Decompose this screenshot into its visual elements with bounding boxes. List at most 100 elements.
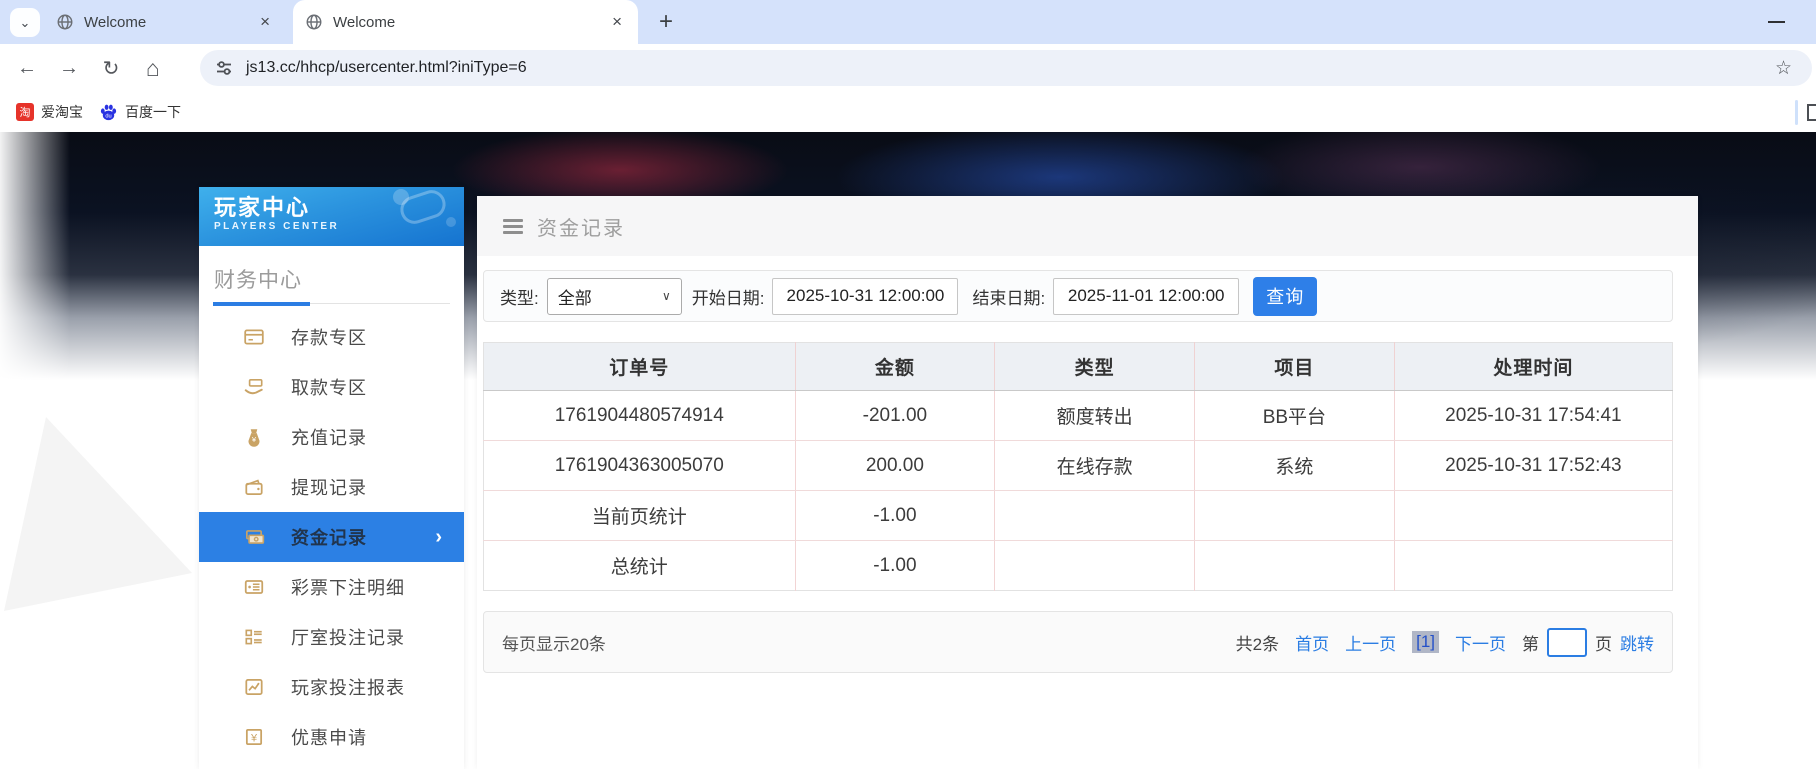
table-cell: 系统 bbox=[1194, 440, 1395, 491]
reload-icon: ↻ bbox=[102, 57, 120, 80]
table-cell: -1.00 bbox=[795, 490, 996, 541]
start-date-label: 开始日期: bbox=[691, 288, 765, 308]
first-page-link[interactable]: 首页 bbox=[1295, 630, 1329, 655]
banknotes-icon bbox=[243, 526, 265, 548]
table-cell: 额度转出 bbox=[994, 390, 1196, 441]
type-select[interactable]: 全部 ∨ bbox=[546, 277, 682, 315]
svg-text:du: du bbox=[105, 113, 111, 119]
sidebar-item-1[interactable]: 取款专区 bbox=[199, 362, 464, 412]
prev-page-link[interactable]: 上一页 bbox=[1345, 630, 1396, 655]
end-date-label: 结束日期: bbox=[972, 288, 1046, 308]
home-button[interactable]: ⌂ bbox=[136, 51, 170, 85]
forward-button[interactable]: → bbox=[52, 51, 86, 85]
type-label: 类型: bbox=[500, 288, 539, 308]
home-icon: ⌂ bbox=[146, 54, 160, 81]
tab-welcome-2-active[interactable]: Welcome × bbox=[293, 0, 638, 44]
chevron-right-icon: › bbox=[435, 525, 442, 548]
sidebar-item-4[interactable]: 资金记录 › bbox=[199, 512, 464, 562]
table-cell: 200.00 bbox=[795, 440, 996, 491]
table-row: 当前页统计 -1.00 bbox=[483, 490, 1673, 541]
page-title: 资金记录 bbox=[537, 217, 625, 240]
bookmark-taobao[interactable]: 淘 爱淘宝 bbox=[16, 102, 83, 122]
table-cell: 1761904480574914 bbox=[483, 390, 796, 441]
table-row: 总统计 -1.00 bbox=[483, 540, 1673, 591]
table-cell: 1761904363005070 bbox=[483, 440, 796, 491]
forward-arrow-icon: → bbox=[59, 56, 79, 79]
bookmarks-bar: 淘 爱淘宝 du 百度一下 bbox=[0, 92, 1816, 132]
table-cell bbox=[994, 490, 1196, 541]
url-text[interactable]: js13.cc/hhcp/usercenter.html?iniType=6 bbox=[246, 59, 1769, 77]
table-cell bbox=[1194, 540, 1395, 591]
table-cell bbox=[1194, 490, 1395, 541]
table-cell: BB平台 bbox=[1194, 390, 1395, 441]
triangle-watermark bbox=[4, 417, 192, 611]
sidebar: 玩家中心 PLAYERS CENTER 财务中心 存款专区 取款专区 ¥ 充值记录 提现… bbox=[199, 187, 464, 769]
jump-button[interactable]: 跳转 bbox=[1620, 630, 1654, 655]
column-header: 处理时间 bbox=[1394, 342, 1673, 391]
table-cell bbox=[1394, 490, 1673, 541]
sidebar-item-0[interactable]: 存款专区 bbox=[199, 312, 464, 362]
wallet-icon bbox=[243, 476, 265, 498]
svg-text:¥: ¥ bbox=[250, 732, 258, 744]
window-minimize-button[interactable] bbox=[1768, 21, 1785, 23]
sidebar-item-8[interactable]: ¥ 优惠申请 bbox=[199, 712, 464, 762]
pagination-bar: 每页显示20条 共2条 首页 上一页 [1] 下一页 第 页 跳转 bbox=[483, 611, 1673, 673]
sidebar-item-label: 彩票下注明细 bbox=[291, 578, 405, 598]
tab-label: Welcome bbox=[333, 13, 396, 31]
table-cell: 当前页统计 bbox=[483, 490, 796, 541]
back-button[interactable]: ← bbox=[10, 51, 44, 85]
globe-icon bbox=[306, 14, 322, 30]
close-icon[interactable]: × bbox=[256, 12, 274, 32]
end-date-input[interactable] bbox=[1053, 277, 1240, 315]
bookmark-label: 百度一下 bbox=[125, 104, 181, 120]
bookmark-star-icon[interactable]: ☆ bbox=[1769, 57, 1798, 80]
sidebar-item-2[interactable]: ¥ 充值记录 bbox=[199, 412, 464, 462]
site-settings-icon[interactable] bbox=[214, 58, 234, 78]
sidebar-item-label: 厅室投注记录 bbox=[291, 628, 405, 648]
table-cell bbox=[994, 540, 1196, 591]
total-count-label: 共2条 bbox=[1235, 634, 1280, 654]
tab-welcome-1[interactable]: Welcome × bbox=[44, 0, 286, 44]
column-header: 项目 bbox=[1194, 342, 1395, 391]
sidebar-item-7[interactable]: 玩家投注报表 bbox=[199, 662, 464, 712]
sidebar-item-6[interactable]: 厅室投注记录 bbox=[199, 612, 464, 662]
sidebar-item-label: 存款专区 bbox=[291, 328, 367, 348]
sidebar-subtitle: PLAYERS CENTER bbox=[214, 221, 340, 232]
hamburger-icon[interactable] bbox=[503, 218, 523, 234]
reload-button[interactable]: ↻ bbox=[94, 51, 128, 85]
deposit-card-icon bbox=[243, 326, 265, 348]
section-title: 财务中心 bbox=[214, 269, 302, 292]
sidebar-item-3[interactable]: 提现记录 bbox=[199, 462, 464, 512]
per-page-label: 每页显示20条 bbox=[502, 634, 606, 654]
promo-yuan-icon: ¥ bbox=[243, 726, 265, 748]
type-select-value: 全部 bbox=[557, 288, 592, 308]
sidebar-item-5[interactable]: 彩票下注明细 bbox=[199, 562, 464, 612]
table-cell: 2025-10-31 17:54:41 bbox=[1394, 390, 1673, 441]
bookmark-baidu[interactable]: du 百度一下 bbox=[99, 102, 181, 122]
tab-label: Welcome bbox=[84, 13, 147, 31]
main-panel: 资金记录 类型: 全部 ∨ 开始日期: 结束日期: 查询 订单号金额类型项目处理… bbox=[477, 196, 1698, 769]
table-cell: 在线存款 bbox=[994, 440, 1196, 491]
tab-search-button[interactable]: ⌄ bbox=[10, 8, 40, 37]
chevron-down-icon: ⌄ bbox=[19, 14, 31, 30]
start-date-input[interactable] bbox=[772, 277, 959, 315]
column-header: 订单号 bbox=[483, 342, 796, 391]
table-cell: -201.00 bbox=[795, 390, 996, 441]
globe-icon bbox=[57, 14, 73, 30]
jump-page-input[interactable] bbox=[1547, 627, 1587, 657]
hall-list-icon bbox=[243, 626, 265, 648]
tab-strip: ⌄ Welcome × Welcome × + bbox=[0, 0, 1816, 44]
jump-prefix-label: 第 bbox=[1522, 634, 1539, 654]
new-tab-button[interactable]: + bbox=[650, 6, 682, 38]
sidebar-item-label: 提现记录 bbox=[291, 478, 367, 498]
bookmarks-overflow-partial bbox=[1807, 104, 1816, 121]
table-row: 1761904480574914 -201.00 额度转出 BB平台 2025-10-3… bbox=[483, 390, 1673, 441]
column-header: 类型 bbox=[994, 342, 1196, 391]
close-icon[interactable]: × bbox=[608, 12, 626, 32]
address-bar[interactable]: js13.cc/hhcp/usercenter.html?iniType=6 ☆ bbox=[200, 50, 1812, 86]
next-page-link[interactable]: 下一页 bbox=[1455, 630, 1506, 655]
search-button[interactable]: 查询 bbox=[1253, 276, 1318, 316]
bookmarks-divider bbox=[1795, 100, 1798, 125]
table-cell: -1.00 bbox=[795, 540, 996, 591]
taobao-icon: 淘 bbox=[16, 103, 34, 121]
